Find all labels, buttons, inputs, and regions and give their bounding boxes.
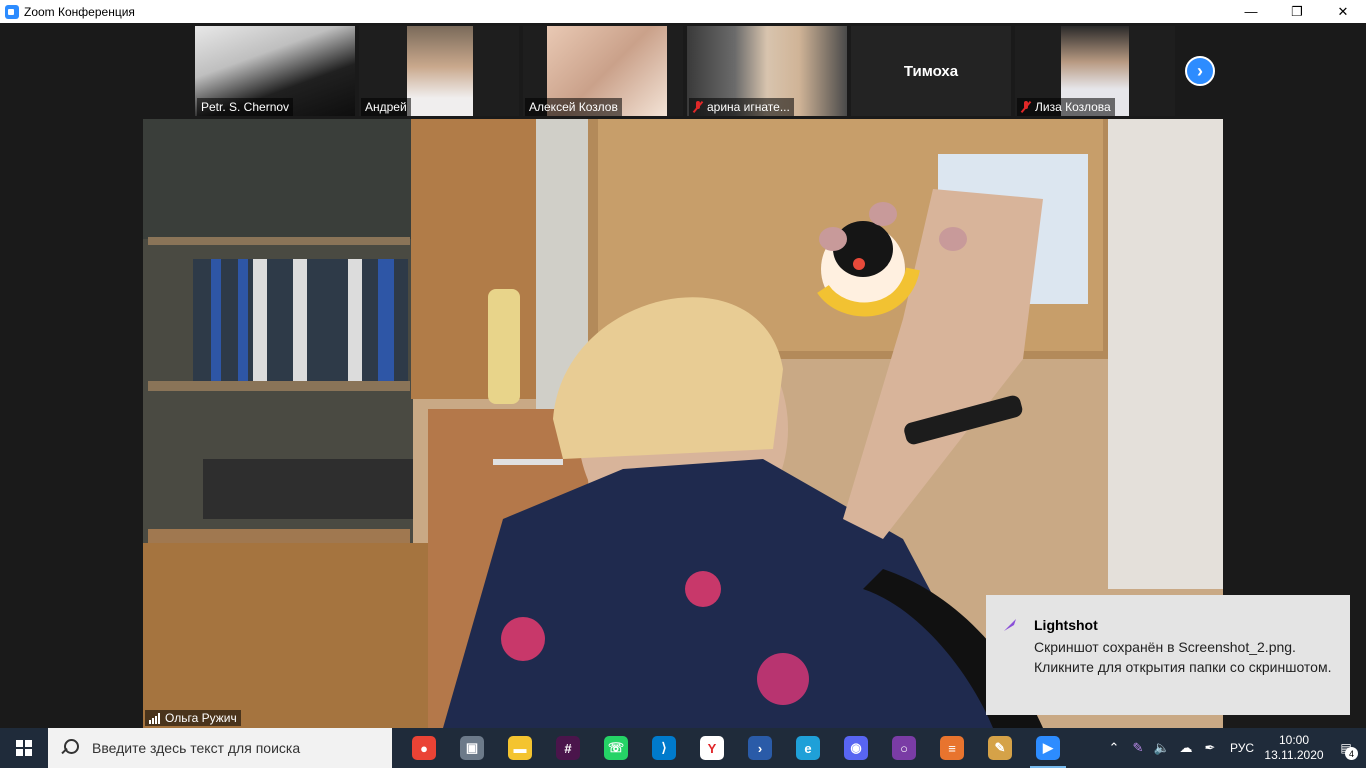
slack-icon: # <box>556 736 580 760</box>
mic-muted-icon <box>1021 101 1031 113</box>
whatsapp-icon: ☏ <box>604 736 628 760</box>
lightshot-notification[interactable]: Lightshot Скриншот сохранён в Screenshot… <box>986 595 1350 715</box>
maximize-button[interactable]: ❐ <box>1274 0 1320 23</box>
edge-icon: e <box>796 736 820 760</box>
speaker-name-label: Ольга Ружич <box>145 710 241 726</box>
record-icon: ○ <box>892 736 916 760</box>
mic-muted-icon <box>693 101 703 113</box>
taskbar-app-chrome[interactable]: ● <box>400 728 448 768</box>
taskbar-app-paint[interactable]: ✎ <box>976 728 1024 768</box>
clock-date: 13.11.2020 <box>1264 748 1324 762</box>
language-indicator[interactable]: РУС <box>1222 741 1262 755</box>
zoom-icon: ▶ <box>1036 736 1060 760</box>
terminal-icon: › <box>748 736 772 760</box>
minimize-button[interactable]: — <box>1228 0 1274 23</box>
window-controls: — ❐ ✕ <box>1228 0 1366 23</box>
notification-line-2: Кликните для открытия папки со скриншото… <box>1034 659 1332 675</box>
search-icon <box>60 739 79 757</box>
notification-body: Скриншот сохранён в Screenshot_2.png. Кл… <box>1034 637 1334 677</box>
action-center-button[interactable]: ▤ 4 <box>1326 728 1366 768</box>
start-button[interactable] <box>0 728 48 768</box>
speaker-name: Ольга Ружич <box>165 711 237 725</box>
window-titlebar: Zoom Конференция — ❐ ✕ <box>0 0 1366 23</box>
taskbar-app-edge[interactable]: e <box>784 728 832 768</box>
taskbar-app-slack[interactable]: # <box>544 728 592 768</box>
feather-icon <box>1004 619 1016 631</box>
participant-tile[interactable]: Лиза Козлова <box>1015 26 1175 116</box>
signal-strength-icon <box>149 712 160 724</box>
chevron-up-icon[interactable]: ⌃ <box>1102 728 1126 768</box>
next-page-button[interactable]: › <box>1185 56 1215 86</box>
pen-icon[interactable]: ✒ <box>1198 728 1222 768</box>
clock-time: 10:00 <box>1278 733 1310 747</box>
window-title: Zoom Конференция <box>24 4 135 19</box>
taskbar-app-discord[interactable]: ◉ <box>832 728 880 768</box>
participant-tile[interactable]: арина игнате... <box>687 26 847 116</box>
taskbar-app-whatsapp[interactable]: ☏ <box>592 728 640 768</box>
cube-icon: ▣ <box>460 736 484 760</box>
pinned-apps: ● ▣ ▬ # ☏ ⟩ Y › e ◉ ○ ≡ ✎ ▶ <box>400 728 1072 768</box>
participant-name: Тимоха <box>903 62 959 80</box>
search-placeholder: Введите здесь текст для поиска <box>92 740 301 756</box>
notification-count-badge: 4 <box>1345 747 1358 760</box>
participant-tile[interactable]: Андрей <box>359 26 519 116</box>
cloud-icon[interactable]: ☁ <box>1174 728 1198 768</box>
participant-name: Petr. S. Chernov <box>197 98 294 116</box>
document-icon: ≡ <box>940 736 964 760</box>
participant-name: Лиза Козлова <box>1017 98 1115 116</box>
taskbar-app-yandex[interactable]: Y <box>688 728 736 768</box>
notification-line-1: Скриншот сохранён в Screenshot_2.png. <box>1034 639 1296 655</box>
participant-tile[interactable]: Тимоха <box>851 26 1011 116</box>
clock[interactable]: 10:00 13.11.2020 <box>1262 733 1326 763</box>
participant-name: Андрей <box>361 98 411 116</box>
yandex-icon: Y <box>700 736 724 760</box>
vscode-icon: ⟩ <box>652 736 676 760</box>
taskbar-app-vscode[interactable]: ⟩ <box>640 728 688 768</box>
notification-title: Lightshot <box>1034 617 1098 633</box>
taskbar-app-explorer[interactable]: ▬ <box>496 728 544 768</box>
discord-icon: ◉ <box>844 736 868 760</box>
participant-name: арина игнате... <box>689 98 794 116</box>
taskbar-app-zoom[interactable]: ▶ <box>1024 728 1072 768</box>
taskbar-app-virtualbox[interactable]: ▣ <box>448 728 496 768</box>
palette-icon: ✎ <box>988 736 1012 760</box>
volume-icon[interactable]: 🔈 <box>1150 728 1174 768</box>
taskbar-app-notes[interactable]: ≡ <box>928 728 976 768</box>
folder-icon: ▬ <box>508 736 532 760</box>
taskbar-search-box[interactable]: Введите здесь текст для поиска <box>48 728 392 768</box>
windows-taskbar: Введите здесь текст для поиска ● ▣ ▬ # ☏ ⟩ Y › e… <box>0 728 1366 768</box>
taskbar-app-powershell[interactable]: › <box>736 728 784 768</box>
participant-strip: Petr. S. Chernov Андрей Алексей Козлов а… <box>195 26 1179 116</box>
taskbar-app-obs[interactable]: ○ <box>880 728 928 768</box>
chevron-right-icon: › <box>1197 60 1203 81</box>
windows-logo-icon <box>16 740 32 756</box>
chrome-icon: ● <box>412 736 436 760</box>
feather-icon[interactable]: ✎ <box>1126 728 1150 768</box>
participant-tile[interactable]: Petr. S. Chernov <box>195 26 355 116</box>
participant-tile[interactable]: Алексей Козлов <box>523 26 683 116</box>
zoom-app-icon <box>5 4 19 19</box>
system-tray: ⌃ ✎ 🔈 ☁ ✒ РУС 10:00 13.11.2020 ▤ 4 <box>1102 728 1366 768</box>
participant-name: Алексей Козлов <box>525 98 622 116</box>
close-button[interactable]: ✕ <box>1320 0 1366 23</box>
